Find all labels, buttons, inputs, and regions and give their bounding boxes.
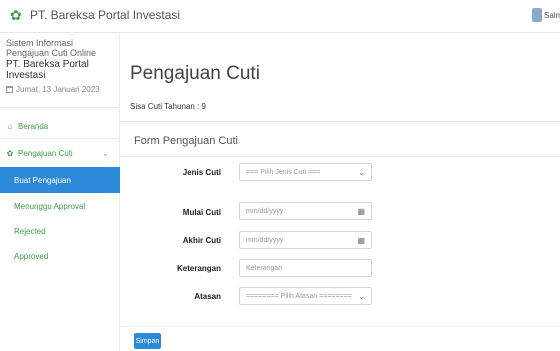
form-title: Form Pengajuan Cuti — [134, 135, 238, 147]
user-name: Salm — [544, 10, 560, 20]
remaining-leave: Sisa Cuti Tahunan : 9 — [130, 102, 206, 111]
sidebar-subitem-rejected[interactable]: Rejected — [0, 218, 120, 244]
chevron-down-icon: ⌄ — [102, 148, 109, 158]
sidebar-item-home[interactable]: ⌂ Beranda — [0, 112, 120, 140]
supervisor-select[interactable]: ======== Pilih Atasan ======== ⌄ — [239, 287, 372, 305]
sidebar-divider — [0, 107, 120, 108]
calendar-icon[interactable]: ▦ — [357, 207, 365, 216]
supervisor-label: Atasan — [194, 292, 221, 301]
leave-type-value: === Pilih Jenis Cuti === — [246, 168, 321, 176]
user-menu[interactable]: Salm — [532, 8, 560, 22]
sidebar-subitem-approved[interactable]: Approved — [0, 243, 120, 269]
home-icon: ⌂ — [7, 121, 13, 131]
logo-icon: ✿ — [10, 7, 22, 23]
avatar — [532, 8, 542, 22]
note-input[interactable]: Keterangan — [239, 259, 372, 277]
leave-form-card: Form Pengajuan Cuti Jenis Cuti === Pilih… — [121, 121, 560, 351]
sidebar-subitem-create[interactable]: Buat Pengajuan — [0, 167, 120, 193]
start-date-input[interactable]: mm/dd/yyyy ▦ — [239, 202, 372, 220]
top-navbar: ✿ PT. Bareksa Portal Investasi Salm — [0, 0, 560, 33]
save-button[interactable]: Simpan — [134, 333, 161, 349]
start-date-placeholder: mm/dd/yyyy — [246, 207, 284, 215]
brand[interactable]: ✿ PT. Bareksa Portal Investasi — [10, 8, 180, 22]
card-footer-divider — [121, 326, 560, 327]
chevron-down-icon: ⌄ — [358, 291, 365, 301]
leave-icon: ✿ — [6, 148, 14, 158]
sidebar-item-label: Beranda — [18, 121, 49, 131]
organization-name: PT. Bareksa Portal Investasi — [6, 59, 89, 81]
chevron-down-icon: ⌄ — [358, 167, 365, 177]
system-title: Sistem Informasi Pengajuan Cuti Online — [6, 38, 97, 58]
start-date-label: Mulai Cuti — [182, 208, 221, 217]
sidebar: Sistem Informasi Pengajuan Cuti Online P… — [0, 34, 120, 351]
current-date: Jumat, 13 Januari 2023 — [6, 85, 100, 94]
calendar-icon[interactable]: ▦ — [357, 236, 365, 245]
supervisor-value: ======== Pilih Atasan ======== — [246, 292, 352, 300]
date-text: Jumat, 13 Januari 2023 — [16, 85, 100, 94]
sidebar-item-leave[interactable]: ✿ Pengajuan Cuti ⌄ — [0, 139, 120, 167]
leave-type-select[interactable]: === Pilih Jenis Cuti === ⌄ — [239, 163, 372, 181]
note-placeholder: Keterangan — [246, 264, 283, 272]
page-title: Pengajuan Cuti — [130, 63, 260, 84]
brand-name: PT. Bareksa Portal Investasi — [30, 8, 181, 22]
calendar-icon — [6, 86, 13, 93]
leave-type-label: Jenis Cuti — [182, 168, 221, 177]
note-label: Keterangan — [176, 264, 221, 273]
end-date-placeholder: mm/dd/yyyy — [246, 236, 284, 244]
sidebar-subitem-pending[interactable]: Menunggu Approval — [0, 193, 120, 219]
end-date-label: Akhir Cuti — [182, 236, 221, 245]
end-date-input[interactable]: mm/dd/yyyy ▦ — [239, 231, 372, 249]
card-divider — [121, 156, 560, 157]
sidebar-item-label: Pengajuan Cuti — [18, 148, 73, 158]
